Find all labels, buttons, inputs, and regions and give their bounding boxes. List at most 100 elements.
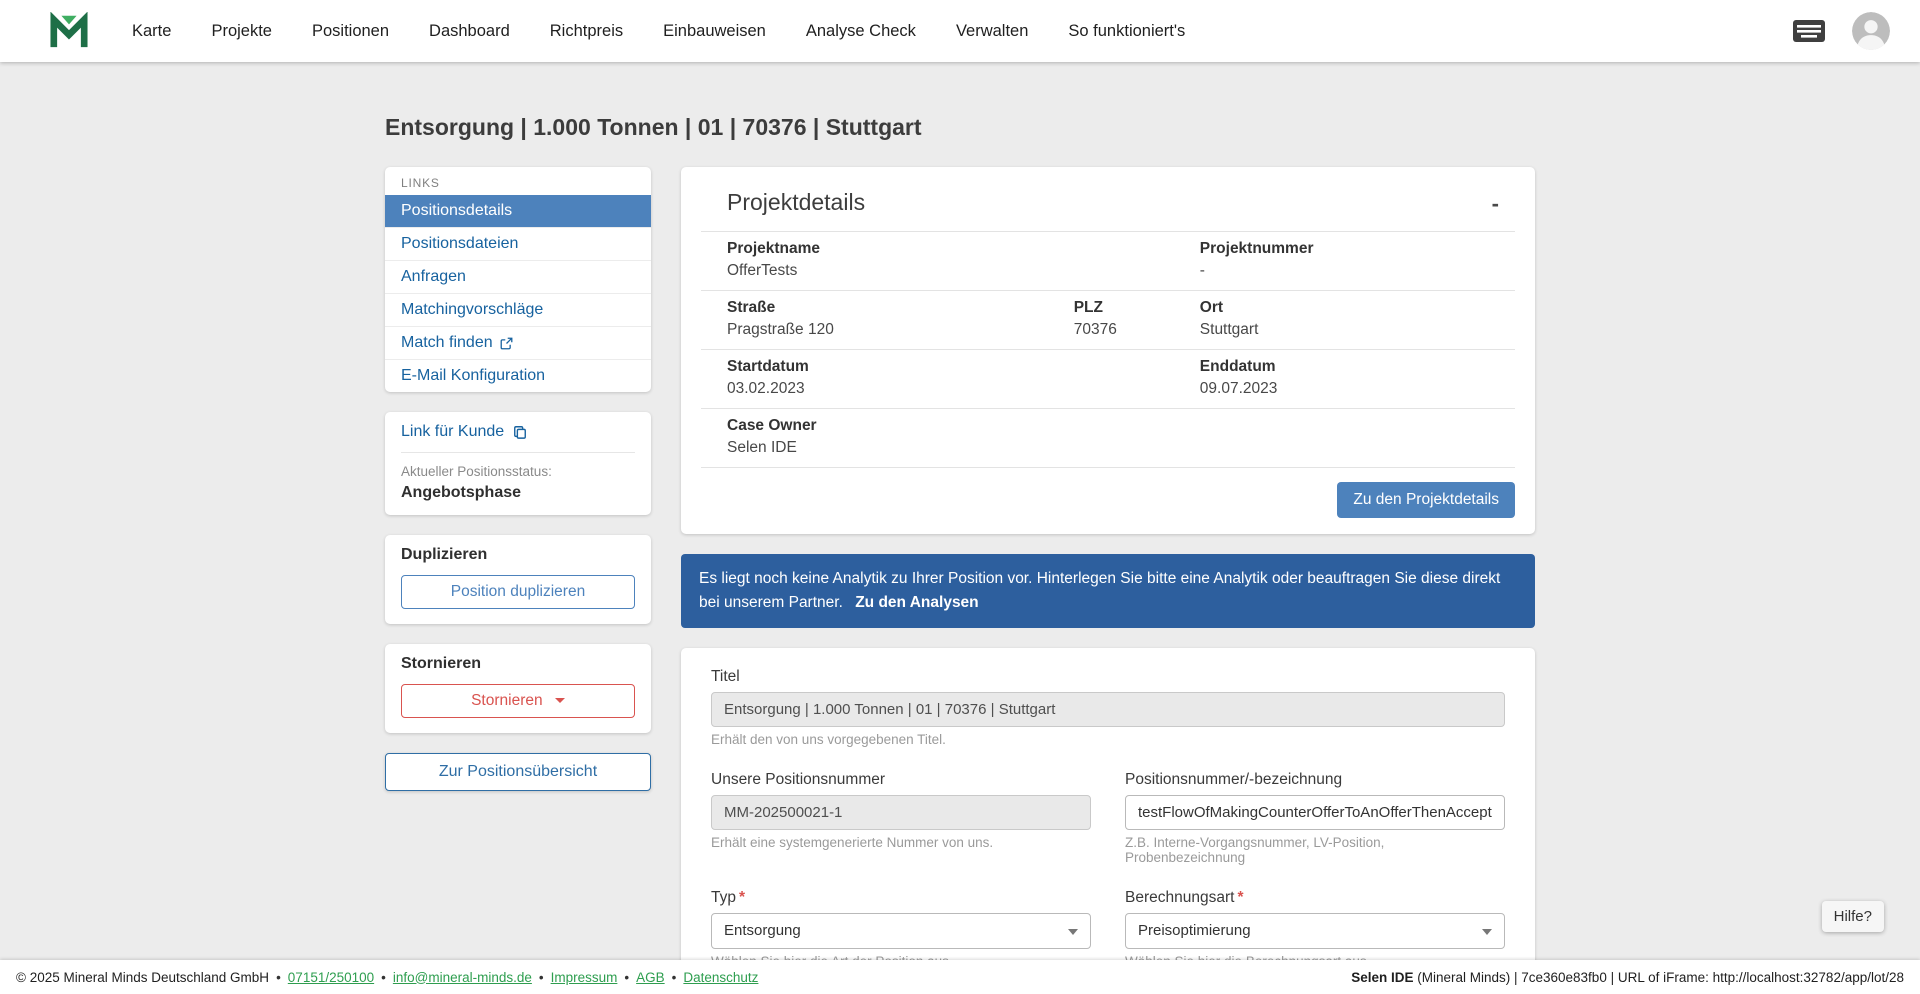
- plz-label: PLZ: [1073, 299, 1103, 316]
- analyses-link[interactable]: Zu den Analysen: [855, 594, 978, 611]
- nav-item-karte[interactable]: Karte: [132, 22, 171, 41]
- titel-label: Titel: [711, 668, 740, 686]
- copyright-text: © 2025 Mineral Minds Deutschland GmbH: [16, 969, 270, 985]
- sidebar-item-positionsdetails[interactable]: Positionsdetails: [385, 195, 651, 227]
- cancel-position-button[interactable]: Stornieren: [401, 684, 635, 718]
- nav-item-so-funktionierts[interactable]: So funktioniert's: [1068, 22, 1185, 41]
- footer-email-link[interactable]: info@mineral-minds.de: [393, 970, 532, 985]
- table-row: Projektname OfferTests Projektnummer -: [701, 231, 1515, 291]
- typ-select[interactable]: Entsorgung: [711, 913, 1091, 950]
- footer-impressum-link[interactable]: Impressum: [551, 970, 618, 985]
- project-details-card: Projektdetails - Projektname OfferTests …: [681, 167, 1535, 534]
- startdatum-label: Startdatum: [727, 358, 809, 375]
- footer-session-text: (Mineral Minds) | 7ce360e83fb0 | URL of …: [1413, 969, 1904, 985]
- projektname-value: OfferTests: [727, 262, 798, 279]
- startdatum-value: 03.02.2023: [727, 380, 805, 397]
- chevron-down-icon: [1482, 929, 1492, 936]
- sidebar-item-label: Anfragen: [401, 268, 466, 285]
- top-navbar: Karte Projekte Positionen Dashboard Rich…: [0, 0, 1920, 62]
- logo-icon: [50, 12, 88, 48]
- project-details-button[interactable]: Zu den Projektdetails: [1337, 482, 1515, 518]
- footer-separator: •: [538, 969, 544, 985]
- cancel-card-header: Stornieren: [401, 655, 482, 672]
- footer-separator: •: [276, 969, 281, 985]
- external-link-icon: [500, 337, 513, 350]
- required-marker: *: [1237, 889, 1244, 907]
- sidebar-item-label: Positionsdetails: [401, 202, 513, 219]
- customer-link[interactable]: Link für Kunde: [401, 423, 635, 453]
- berechnungsart-select[interactable]: Preisoptimierung: [1125, 913, 1505, 950]
- footer-separator: •: [671, 969, 677, 985]
- nav-item-positionen[interactable]: Positionen: [312, 22, 389, 41]
- navbar-right: [1790, 12, 1890, 50]
- footer-phone-link[interactable]: 07151/250100: [288, 970, 374, 985]
- duplicate-card-header: Duplizieren: [401, 546, 488, 563]
- positionsnummer-label: Unsere Positionsnummer: [711, 771, 886, 789]
- plz-value: 70376: [1073, 321, 1117, 338]
- footer-user-name: Selen IDE: [1351, 969, 1414, 985]
- strasse-value: Pragstraße 120: [727, 321, 834, 338]
- user-avatar-icon[interactable]: [1852, 12, 1890, 50]
- minus-icon[interactable]: -: [1480, 189, 1511, 219]
- nav-item-verwalten[interactable]: Verwalten: [956, 22, 1028, 41]
- links-card: LINKS Positionsdetails Positionsdateien …: [385, 167, 651, 392]
- sidebar-item-label: Positionsdateien: [401, 235, 519, 252]
- titel-input: [711, 692, 1505, 728]
- sidebar-item-matchingvorschlaege[interactable]: Matchingvorschläge: [385, 293, 651, 326]
- positionsnummer-input: [711, 795, 1091, 831]
- table-row: Straße Pragstraße 120 PLZ 70376 Ort Stut…: [701, 291, 1515, 350]
- caret-down-icon: [554, 698, 565, 704]
- cancel-button-label: Stornieren: [471, 692, 543, 709]
- ort-label: Ort: [1199, 299, 1224, 316]
- bezeichnung-help-text: Z.B. Interne-Vorgangsnummer, LV-Position…: [1125, 835, 1385, 866]
- sidebar-item-label: E-Mail Konfiguration: [401, 367, 546, 384]
- bezeichnung-label: Positionsnummer/-bezeichnung: [1125, 771, 1343, 789]
- duplicate-card: Duplizieren Position duplizieren: [385, 535, 651, 624]
- enddatum-label: Enddatum: [1199, 358, 1276, 375]
- project-details-title: Projektdetails: [727, 189, 866, 215]
- nav-item-analyse-check[interactable]: Analyse Check: [806, 22, 916, 41]
- footer-session-info: Selen IDE (Mineral Minds) | 7ce360e83fb0…: [1351, 970, 1904, 985]
- sidebar-item-positionsdateien[interactable]: Positionsdateien: [385, 227, 651, 260]
- main-content: Projektdetails - Projektname OfferTests …: [681, 167, 1535, 994]
- projektnummer-label: Projektnummer: [1199, 240, 1314, 257]
- positionsnummer-help-text: Erhält eine systemgenerierte Nummer von …: [711, 835, 994, 851]
- enddatum-value: 09.07.2023: [1199, 380, 1278, 397]
- berechnungsart-label: Berechnungsart *: [1125, 889, 1244, 907]
- projektname-label: Projektname: [727, 240, 821, 257]
- customer-link-label: Link für Kunde: [401, 423, 505, 440]
- sidebar-item-match-finden[interactable]: Match finden: [385, 326, 651, 359]
- footer-agb-link[interactable]: AGB: [636, 970, 665, 985]
- nav-item-dashboard[interactable]: Dashboard: [429, 22, 510, 41]
- footer-info: © 2025 Mineral Minds Deutschland GmbH • …: [16, 970, 758, 985]
- position-status-value: Angebotsphase: [401, 484, 522, 501]
- footer-datenschutz-link[interactable]: Datenschutz: [683, 970, 758, 985]
- table-row: Startdatum 03.02.2023 Enddatum 09.07.202…: [701, 350, 1515, 409]
- case-owner-value: Selen IDE: [727, 439, 797, 456]
- projektnummer-value: -: [1199, 262, 1205, 279]
- case-owner-label: Case Owner: [727, 417, 817, 434]
- sidebar-item-email-konfiguration[interactable]: E-Mail Konfiguration: [385, 359, 651, 392]
- position-overview-button[interactable]: Zur Positionsübersicht: [385, 753, 651, 791]
- footer-separator: •: [624, 969, 630, 985]
- nav-item-einbauweisen[interactable]: Einbauweisen: [663, 22, 766, 41]
- position-status-label: Aktueller Positionsstatus:: [401, 464, 552, 479]
- status-card: Link für Kunde Aktueller Positionsstatus…: [385, 412, 651, 515]
- help-button[interactable]: Hilfe?: [1821, 901, 1884, 932]
- nav-item-projekte[interactable]: Projekte: [211, 22, 272, 41]
- page-title: Entsorgung | 1.000 Tonnen | 01 | 70376 |…: [385, 114, 922, 140]
- chevron-down-icon: [1068, 929, 1078, 936]
- project-details-table: Projektname OfferTests Projektnummer - S…: [701, 231, 1515, 468]
- nav-menu: Karte Projekte Positionen Dashboard Rich…: [132, 22, 1185, 41]
- duplicate-position-button[interactable]: Position duplizieren: [401, 575, 635, 609]
- nav-item-richtpreis[interactable]: Richtpreis: [550, 22, 623, 41]
- titel-help-text: Erhält den von uns vorgegebenen Titel.: [711, 732, 946, 748]
- sidebar: LINKS Positionsdetails Positionsdateien …: [385, 167, 651, 791]
- mineral-minds-logo[interactable]: [48, 11, 90, 51]
- bezeichnung-input[interactable]: [1125, 795, 1505, 831]
- table-row: Case Owner Selen IDE: [701, 409, 1515, 468]
- keyboard-icon[interactable]: [1790, 17, 1828, 45]
- sidebar-item-anfragen[interactable]: Anfragen: [385, 260, 651, 293]
- footer-separator: •: [381, 969, 386, 985]
- footer: © 2025 Mineral Minds Deutschland GmbH • …: [0, 960, 1920, 994]
